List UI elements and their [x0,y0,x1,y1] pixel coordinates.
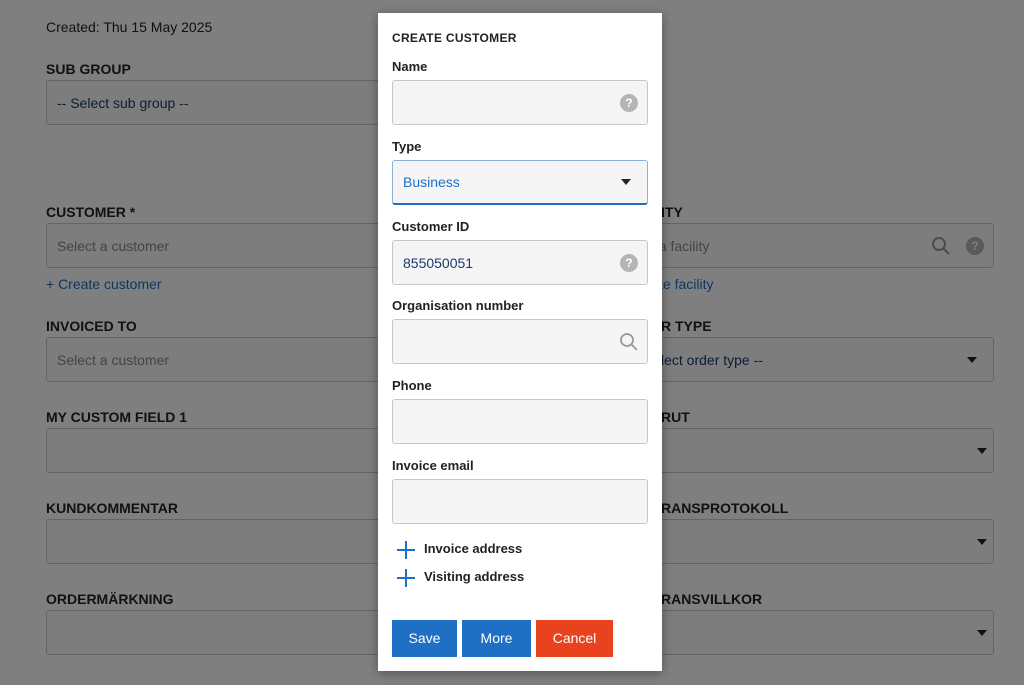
customer-id-value: 855050051 [403,254,474,271]
type-value: Business [403,174,460,190]
plus-icon [396,568,416,588]
invoice-email-label: Invoice email [392,458,474,473]
plus-icon [396,540,416,560]
customer-id-field[interactable]: 855050051 ? [392,240,648,285]
help-icon[interactable]: ? [620,94,638,112]
name-label: Name [392,59,428,74]
invoice-address-label: Invoice address [424,541,523,556]
search-icon[interactable] [619,332,639,352]
visiting-address-label: Visiting address [424,569,525,584]
phone-label: Phone [392,378,432,393]
more-button[interactable]: More [462,620,531,657]
organisation-number-field[interactable] [392,319,648,364]
type-select[interactable]: Business [392,160,648,205]
modal-title: CREATE CUSTOMER [392,31,517,45]
caret-down-icon [621,179,631,185]
type-label: Type [392,139,422,154]
create-customer-modal: CREATE CUSTOMER Name ? Type Business Cus… [378,13,662,671]
organisation-number-label: Organisation number [392,298,524,313]
name-field[interactable]: ? [392,80,648,125]
phone-field[interactable] [392,399,648,444]
customer-id-label: Customer ID [392,219,470,234]
help-icon[interactable]: ? [620,254,638,272]
cancel-button[interactable]: Cancel [536,620,613,657]
invoice-email-field[interactable] [392,479,648,524]
save-button[interactable]: Save [392,620,457,657]
